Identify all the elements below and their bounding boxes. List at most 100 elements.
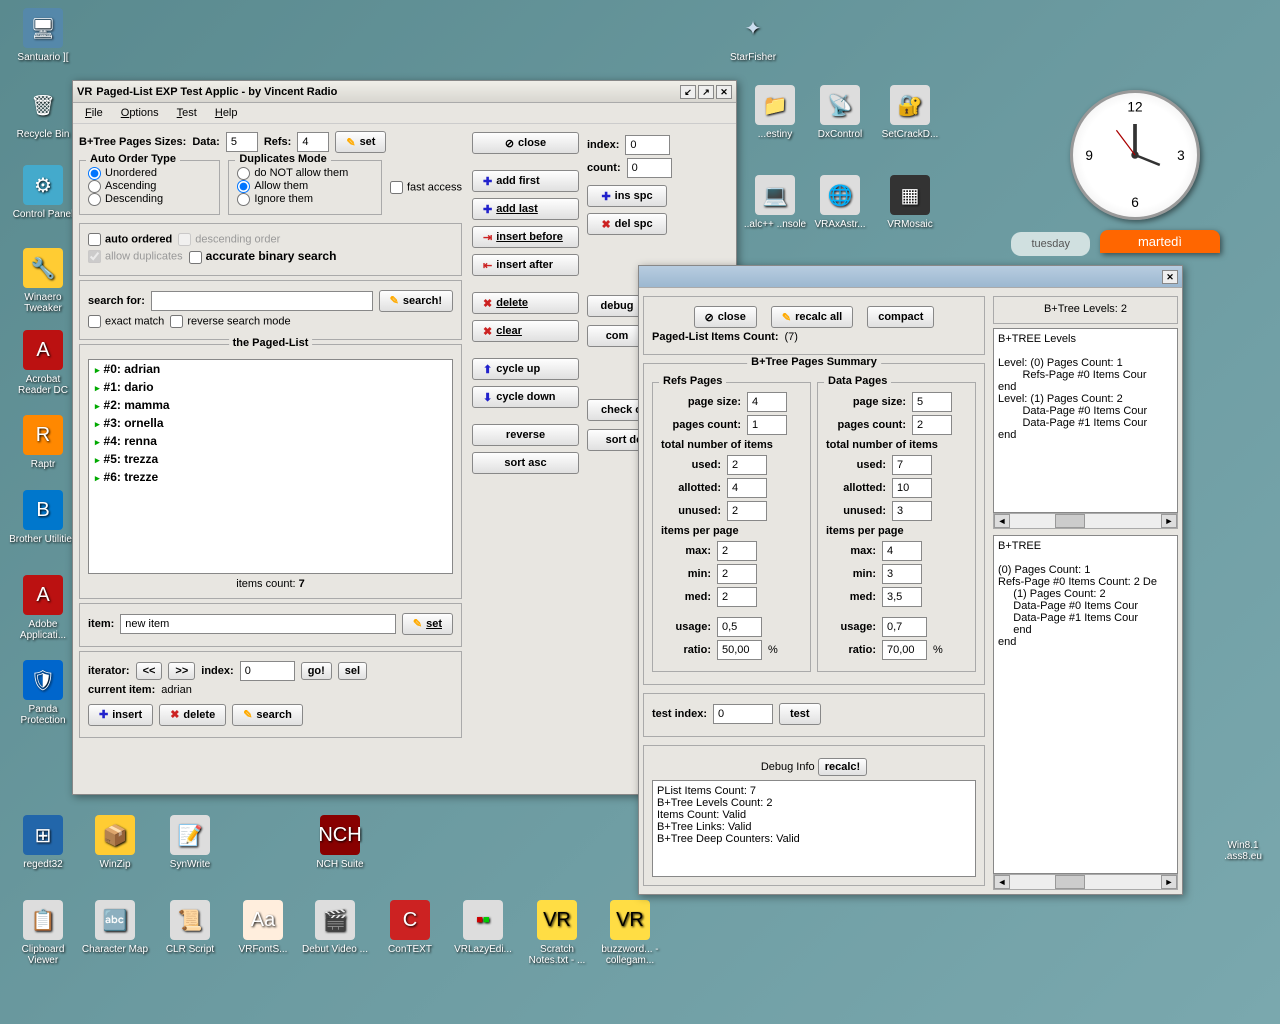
insert-button[interactable]: ✚insert [88, 704, 153, 726]
del-spc-button[interactable]: ✖del spc [587, 213, 667, 235]
desktop-icon[interactable]: VRScratch Notes.txt - ... [522, 900, 592, 966]
minimize-button[interactable]: ↙ [680, 85, 696, 99]
list-item[interactable]: #1: dario [89, 378, 452, 396]
close-button[interactable]: ✕ [716, 85, 732, 99]
desktop-icon[interactable]: 📦WinZip [80, 815, 150, 870]
order-ascending[interactable]: Ascending [88, 180, 156, 192]
list-item[interactable]: #0: adrian [89, 360, 452, 378]
go-button[interactable]: go! [301, 662, 332, 680]
desktop-icon[interactable]: ▦VRMosaic [875, 175, 945, 230]
refs-used[interactable] [727, 455, 767, 475]
desktop-icon[interactable]: 📝SynWrite [155, 815, 225, 870]
data-med[interactable] [882, 587, 922, 607]
iter-next-button[interactable]: >> [168, 662, 195, 680]
desktop-icon[interactable]: 🛡Panda Protection [8, 660, 78, 726]
data-usage[interactable] [882, 617, 927, 637]
recalc-button[interactable]: recalc! [818, 758, 867, 776]
titlebar[interactable]: ✕ [639, 266, 1182, 288]
debug-output[interactable]: PList Items Count: 7 B+Tree Levels Count… [652, 780, 976, 877]
refs-med[interactable] [717, 587, 757, 607]
desktop-icon[interactable]: 📁...estiny [740, 85, 810, 140]
test-index-input[interactable] [713, 704, 773, 724]
desktop-icon[interactable]: ⚙Control Panel [8, 165, 78, 220]
list-item[interactable]: #3: ornella [89, 414, 452, 432]
dup-allow[interactable]: Allow them [237, 180, 308, 192]
desktop-icon[interactable]: 📋Clipboard Viewer [8, 900, 78, 966]
scrollbar[interactable]: ◄► [993, 874, 1178, 890]
desktop-icon[interactable]: CConTEXT [375, 900, 445, 955]
desktop-icon[interactable]: 🌐VRAxAstr... [805, 175, 875, 230]
add-first-button[interactable]: ✚add first [472, 170, 579, 192]
desktop-icon[interactable]: 🗑Recycle Bin [8, 85, 78, 140]
desktop-icon[interactable]: 🎬Debut Video ... [300, 900, 370, 955]
cycle-down-button[interactable]: ⬇cycle down [472, 386, 579, 408]
desktop-icon[interactable]: 🔧Winaero Tweaker [8, 248, 78, 314]
desktop-icon[interactable]: ■■VRLazyEdi... [448, 900, 518, 955]
clear-button[interactable]: ✖clear [472, 320, 579, 342]
desktop-icon[interactable]: 🖥Santuario ][ [8, 8, 78, 63]
close-button-3[interactable]: ⊘close [694, 306, 757, 328]
list-item[interactable]: #6: trezze [89, 468, 452, 486]
add-last-button[interactable]: ✚add last [472, 198, 579, 220]
search-button-2[interactable]: ✎search [232, 704, 303, 726]
rr-count-input[interactable] [627, 158, 672, 178]
desktop-icon[interactable]: RRaptr [8, 415, 78, 470]
delete-button-2[interactable]: ✖delete [472, 292, 579, 314]
list-item[interactable]: #2: mamma [89, 396, 452, 414]
desktop-icon[interactable]: 🔐SetCrackD... [875, 85, 945, 140]
desktop-icon[interactable]: AAcrobat Reader DC [8, 330, 78, 396]
refs-min[interactable] [717, 564, 757, 584]
set-sizes-button[interactable]: ✎set [335, 131, 386, 153]
exact-match-check[interactable]: exact match [88, 315, 164, 328]
desktop-icon[interactable]: 📜CLR Script [155, 900, 225, 955]
index-input[interactable] [240, 661, 295, 681]
data-page-size[interactable] [912, 392, 952, 412]
order-unordered[interactable]: Unordered [88, 167, 157, 179]
dup-ignore[interactable]: Ignore them [237, 193, 313, 205]
close-button[interactable]: ✕ [1162, 270, 1178, 284]
data-allotted[interactable] [892, 478, 932, 498]
search-button[interactable]: ✎search! [379, 290, 453, 312]
maximize-button[interactable]: ↗ [698, 85, 714, 99]
fast-access-check[interactable]: fast access [390, 181, 462, 194]
ins-spc-button[interactable]: ✚ins spc [587, 185, 667, 207]
reverse-search-check[interactable]: reverse search mode [170, 315, 290, 328]
reverse-button[interactable]: reverse [472, 424, 579, 446]
refs-page-size[interactable] [747, 392, 787, 412]
data-used[interactable] [892, 455, 932, 475]
refs-ratio[interactable] [717, 640, 762, 660]
auto-ordered-check[interactable]: auto ordered [88, 233, 172, 246]
data-unused[interactable] [892, 501, 932, 521]
accurate-check[interactable]: accurate binary search [189, 249, 337, 264]
desktop-icon[interactable]: AaVRFontS... [228, 900, 298, 955]
rr-index-input[interactable] [625, 135, 670, 155]
sort-asc-button[interactable]: sort asc [472, 452, 579, 474]
desktop-icon[interactable]: AAdobe Applicati... [8, 575, 78, 641]
tree1-output[interactable]: B+TREE Levels Level: (0) Pages Count: 1 … [993, 328, 1178, 513]
desktop-icon[interactable]: VRbuzzword... - collegam... [595, 900, 665, 966]
titlebar[interactable]: VRPaged-List EXP Test Applic - by Vincen… [73, 81, 736, 103]
scrollbar[interactable]: ◄► [993, 513, 1178, 529]
tree2-output[interactable]: B+TREE (0) Pages Count: 1 Refs-Page #0 I… [993, 535, 1178, 874]
menu-help[interactable]: Help [207, 105, 246, 121]
menu-options[interactable]: Options [113, 105, 167, 121]
desktop-icon[interactable]: ⊞regedt32 [8, 815, 78, 870]
insert-before-button[interactable]: ⇥insert before [472, 226, 579, 248]
refs-pages-count[interactable] [747, 415, 787, 435]
sel-button[interactable]: sel [338, 662, 367, 680]
order-descending[interactable]: Descending [88, 193, 163, 205]
dup-not-allow[interactable]: do NOT allow them [237, 167, 348, 179]
insert-after-button[interactable]: ⇤insert after [472, 254, 579, 276]
menu-test[interactable]: Test [169, 105, 205, 121]
search-input[interactable] [151, 291, 373, 311]
data-ratio[interactable] [882, 640, 927, 660]
desktop-icon[interactable]: Win8.1 .ass8.eu [1208, 840, 1278, 862]
refs-unused[interactable] [727, 501, 767, 521]
data-pages-count[interactable] [912, 415, 952, 435]
compact-button[interactable]: compact [867, 306, 934, 328]
recalc-all-button[interactable]: ✎recalc all [771, 306, 853, 328]
cycle-up-button[interactable]: ⬆cycle up [472, 358, 579, 380]
data-input[interactable] [226, 132, 258, 152]
allow-dup-check[interactable]: allow duplicates [88, 250, 183, 263]
test-button[interactable]: test [779, 703, 821, 725]
